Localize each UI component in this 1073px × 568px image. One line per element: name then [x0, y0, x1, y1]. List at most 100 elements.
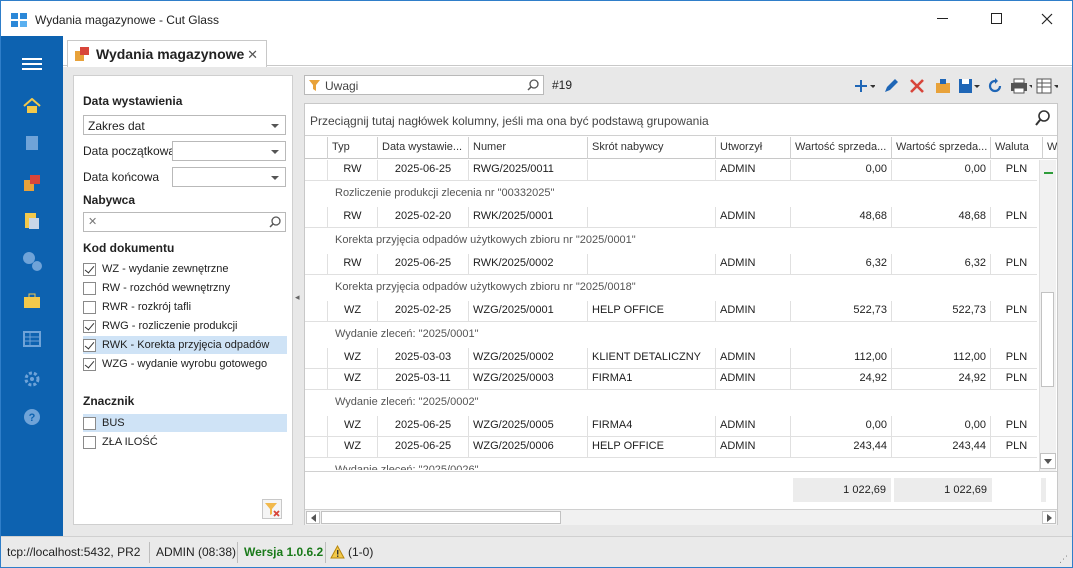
- cell-waluta: PLN: [990, 416, 1037, 436]
- status-bar: tcp://localhost:5432, PR2 ADMIN (08:38) …: [1, 536, 1072, 567]
- table-row[interactable]: WZ 2025-03-03 WZG/2025/0002 KLIENT DETALICZ…: [305, 348, 1037, 369]
- clear-filter-button[interactable]: [262, 499, 282, 519]
- marker-checkbox[interactable]: ZŁA ILOŚĆ: [83, 433, 287, 451]
- delete-button[interactable]: [906, 76, 928, 96]
- import-button[interactable]: [932, 76, 954, 96]
- print-button[interactable]: [1010, 76, 1032, 96]
- checkbox-icon[interactable]: [83, 300, 96, 314]
- cell-utworzyl: ADMIN: [715, 160, 790, 180]
- checkbox-icon[interactable]: [83, 338, 96, 352]
- title-bar: Wydania magazynowe - Cut Glass: [1, 1, 1072, 36]
- case-icon[interactable]: [21, 290, 43, 312]
- cell-w2: 6,32: [891, 254, 990, 274]
- buyer-input[interactable]: ✕: [83, 212, 286, 232]
- column-header[interactable]: Typ: [327, 137, 377, 159]
- close-window-button[interactable]: [1024, 1, 1070, 36]
- resize-grip-icon[interactable]: ⋰: [1059, 554, 1068, 565]
- tab-label: Wydania magazynowe: [96, 46, 245, 62]
- group-row[interactable]: Korekta przyjęcia odpadów użytkowych zbi…: [305, 228, 1037, 254]
- group-row[interactable]: Wydanie zleceń: "2025/0026": [305, 458, 1037, 470]
- totals-footer: 1 022,69 1 022,69: [305, 471, 1057, 509]
- clear-icon[interactable]: ✕: [88, 215, 97, 228]
- table-row[interactable]: RW 2025-06-25 RWG/2025/0011 ADMIN 0,00 0,00 PL…: [305, 160, 1037, 181]
- warnings-count[interactable]: (1-0): [348, 545, 373, 559]
- search-icon[interactable]: [527, 79, 539, 91]
- maximize-button[interactable]: [973, 1, 1019, 36]
- table-row[interactable]: RW 2025-02-20 RWK/2025/0001 ADMIN 48,68 48,68…: [305, 207, 1037, 228]
- doc-code-checkbox[interactable]: RWR - rozkrój tafli: [83, 298, 287, 316]
- home-icon[interactable]: [21, 95, 43, 117]
- book-icon[interactable]: [21, 132, 43, 154]
- group-row[interactable]: Korekta przyjęcia odpadów użytkowych zbi…: [305, 275, 1037, 301]
- doc-code-checkbox[interactable]: RWK - Korekta przyjęcia odpadów: [83, 336, 287, 354]
- search-icon[interactable]: [269, 216, 281, 228]
- column-header[interactable]: Waluta: [990, 137, 1042, 159]
- edit-button[interactable]: [880, 76, 902, 96]
- save-button[interactable]: [958, 76, 980, 96]
- splitter-grip[interactable]: ◂: [295, 292, 301, 304]
- gear-icon[interactable]: [21, 368, 43, 390]
- checkbox-icon[interactable]: [83, 435, 96, 449]
- scrollbar-thumb[interactable]: [1041, 292, 1054, 387]
- checkbox-icon[interactable]: [83, 262, 96, 276]
- checkbox-icon[interactable]: [83, 319, 96, 333]
- doc-code-checkbox[interactable]: RW - rozchód wewnętrzny: [83, 279, 287, 297]
- group-row[interactable]: Wydanie zleceń: "2025/0001": [305, 322, 1037, 348]
- cell-numer: RWK/2025/0002: [468, 254, 587, 274]
- column-header[interactable]: Skrót nabywcy: [587, 137, 715, 159]
- group-row[interactable]: Wydanie zleceń: "2025/0002": [305, 390, 1037, 416]
- warning-icon[interactable]: [330, 545, 345, 559]
- add-button[interactable]: [854, 76, 876, 96]
- start-date-input[interactable]: [172, 141, 286, 161]
- doc-code-checkbox[interactable]: RWG - rozliczenie produkcji: [83, 317, 287, 335]
- minimize-button[interactable]: [919, 1, 965, 36]
- doc-code-checkbox[interactable]: WZG - wydanie wyrobu gotowego: [83, 355, 287, 373]
- hscroll-thumb[interactable]: [321, 511, 561, 524]
- documents-icon[interactable]: [21, 210, 43, 232]
- tab-wydania-magazynowe[interactable]: Wydania magazynowe ✕: [67, 40, 267, 67]
- table-row[interactable]: WZ 2025-06-25 WZG/2025/0006 HELP OFFICE ADMI…: [305, 437, 1037, 458]
- search-icon[interactable]: [1035, 110, 1051, 126]
- scroll-right-button[interactable]: [1042, 511, 1056, 524]
- scroll-down-button[interactable]: [1040, 453, 1056, 469]
- cell-typ: RW: [327, 160, 377, 180]
- table-icon[interactable]: [21, 328, 43, 350]
- table-row[interactable]: WZ 2025-02-25 WZG/2025/0001 HELP OFFICE ADMI…: [305, 301, 1037, 322]
- table-row[interactable]: WZ 2025-06-25 WZG/2025/0005 FIRMA4 ADMIN 0,00…: [305, 416, 1037, 437]
- date-range-select[interactable]: Zakres dat: [83, 115, 286, 135]
- checkbox-icon[interactable]: [83, 281, 96, 295]
- warehouse-icon[interactable]: [21, 172, 43, 194]
- group-row[interactable]: Rozliczenie produkcji zlecenia nr "00332…: [305, 181, 1037, 207]
- search-input[interactable]: Uwagi: [304, 75, 544, 95]
- cell-w1: 243,44: [790, 437, 891, 457]
- doc-code-checkbox[interactable]: WZ - wydanie zewnętrzne: [83, 260, 287, 278]
- cell-w1: 24,92: [790, 369, 891, 389]
- refresh-button[interactable]: [984, 76, 1006, 96]
- close-tab-icon[interactable]: ✕: [247, 47, 258, 63]
- scroll-left-button[interactable]: [306, 511, 320, 524]
- group-by-panel[interactable]: Przeciągnij tutaj nagłówek kolumny, jeśl…: [305, 104, 1057, 136]
- cell-data: 2025-03-11: [377, 369, 468, 389]
- marker-checkbox[interactable]: BUS: [83, 414, 287, 432]
- column-header[interactable]: Utworzył: [715, 137, 790, 159]
- column-header[interactable]: Wartość sprzeda...: [790, 137, 891, 159]
- table-row[interactable]: WZ 2025-03-11 WZG/2025/0003 FIRMA1 ADMIN 24,9…: [305, 369, 1037, 390]
- checkbox-icon[interactable]: [83, 416, 96, 430]
- menu-icon[interactable]: [21, 53, 43, 75]
- column-header[interactable]: Wartość sprzeda...: [891, 137, 990, 159]
- cell-w2: 522,73: [891, 301, 990, 321]
- column-header[interactable]: W: [1042, 137, 1057, 159]
- cell-typ: WZ: [327, 301, 377, 321]
- cell-w1: 522,73: [790, 301, 891, 321]
- help-icon[interactable]: ?: [21, 406, 43, 428]
- settings-cluster-icon[interactable]: [21, 250, 43, 272]
- column-header[interactable]: Data wystawie...: [377, 137, 468, 159]
- horizontal-scrollbar[interactable]: [305, 509, 1057, 525]
- table-row[interactable]: RW 2025-06-25 RWK/2025/0002 ADMIN 6,32 6,32 PL…: [305, 254, 1037, 275]
- checkbox-icon[interactable]: [83, 357, 96, 371]
- layout-button[interactable]: [1036, 76, 1058, 96]
- vertical-scrollbar[interactable]: [1039, 160, 1056, 471]
- end-date-input[interactable]: [172, 167, 286, 187]
- column-header[interactable]: Numer: [468, 137, 587, 159]
- delete-icon: [910, 79, 924, 93]
